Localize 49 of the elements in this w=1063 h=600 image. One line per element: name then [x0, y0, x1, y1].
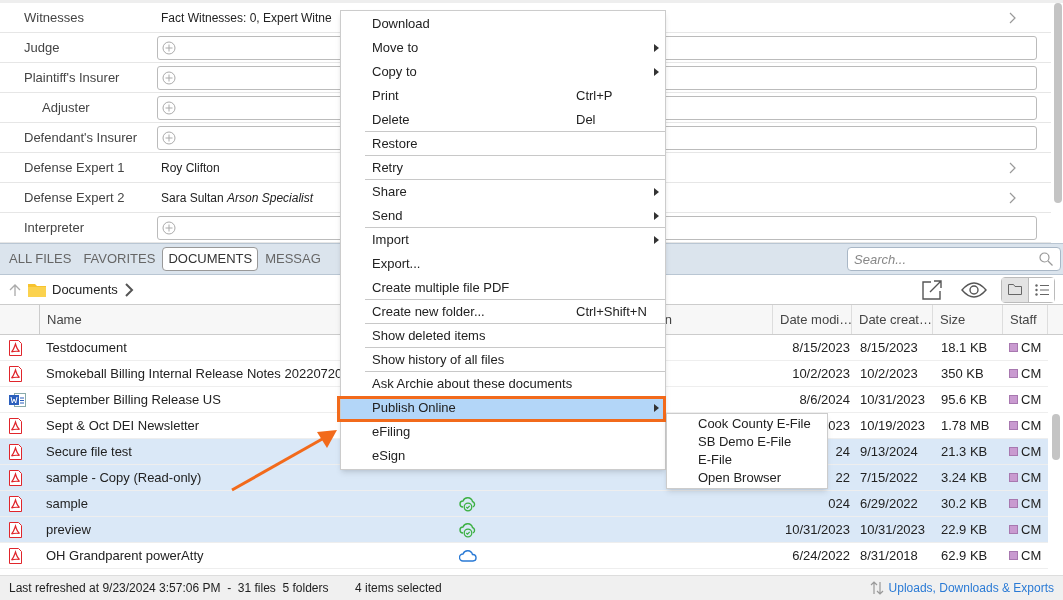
table-cell: 350 KB: [941, 365, 984, 381]
field-label: Defense Expert 2: [23, 188, 126, 207]
staff-initials: CM: [1021, 442, 1042, 461]
table-cell: 6/24/2022: [792, 547, 850, 563]
field-label: Plaintiff's Insurer: [23, 68, 121, 87]
table-cell: 7/15/2022: [860, 469, 918, 485]
table-cell: 8/6/2024: [799, 391, 850, 407]
table-cell: 023: [828, 417, 850, 433]
field-value: Roy Clifton: [160, 159, 220, 177]
table-cell: 8/15/2023: [860, 339, 918, 355]
field-value: Fact Witnesses: 0, Expert Witne: [160, 9, 332, 27]
field-label: Adjuster: [41, 98, 91, 117]
table-cell: 024: [828, 495, 850, 511]
field-label: Defendant's Insurer: [23, 128, 139, 147]
staff-initials: CM: [1021, 364, 1042, 383]
status-text: Last refreshed at 9/23/2024 3:57:06 PM - 31 files 5 folders: [9, 580, 330, 597]
table-cell: 21.3 KB: [941, 443, 988, 459]
field-value: Sara Sultan Arson Specialist: [160, 189, 314, 207]
table-cell: 10/19/2023: [860, 417, 926, 433]
table-cell: 10/2/2023: [860, 365, 918, 381]
staff-initials: CM: [1021, 546, 1042, 565]
table-cell: 10/31/2023: [860, 521, 926, 537]
table-cell: 30.2 KB: [941, 495, 988, 511]
field-label: Interpreter: [23, 218, 85, 237]
field-label: Witnesses: [23, 8, 85, 27]
table-cell: 3.24 KB: [941, 469, 988, 485]
table-cell: 22: [835, 469, 850, 485]
staff-initials: CM: [1021, 390, 1042, 409]
staff-initials: CM: [1021, 468, 1042, 487]
table-cell: 18.1 KB: [941, 339, 988, 355]
table-cell: 8/31/2018: [860, 547, 918, 563]
field-label: Judge: [23, 38, 61, 57]
staff-initials: CM: [1021, 416, 1042, 435]
table-cell: 10/2/2023: [792, 365, 850, 381]
table-cell: 62.9 KB: [941, 547, 988, 563]
table-cell: 22.9 KB: [941, 521, 988, 537]
table-cell: 9/13/2024: [860, 443, 918, 459]
table-cell: 6/29/2022: [860, 495, 918, 511]
table-cell: 1.78 MB: [941, 417, 990, 433]
table-cell: 24: [835, 443, 850, 459]
staff-initials: CM: [1021, 338, 1042, 357]
table-cell: 8/15/2023: [792, 339, 850, 355]
selection-count: 4 items selected: [355, 580, 442, 597]
table-cell: 10/31/2023: [860, 391, 926, 407]
staff-initials: CM: [1021, 494, 1042, 513]
staff-initials: CM: [1021, 520, 1042, 539]
field-label: Defense Expert 1: [23, 158, 126, 177]
table-cell: 10/31/2023: [784, 521, 850, 537]
table-cell: 95.6 KB: [941, 391, 988, 407]
